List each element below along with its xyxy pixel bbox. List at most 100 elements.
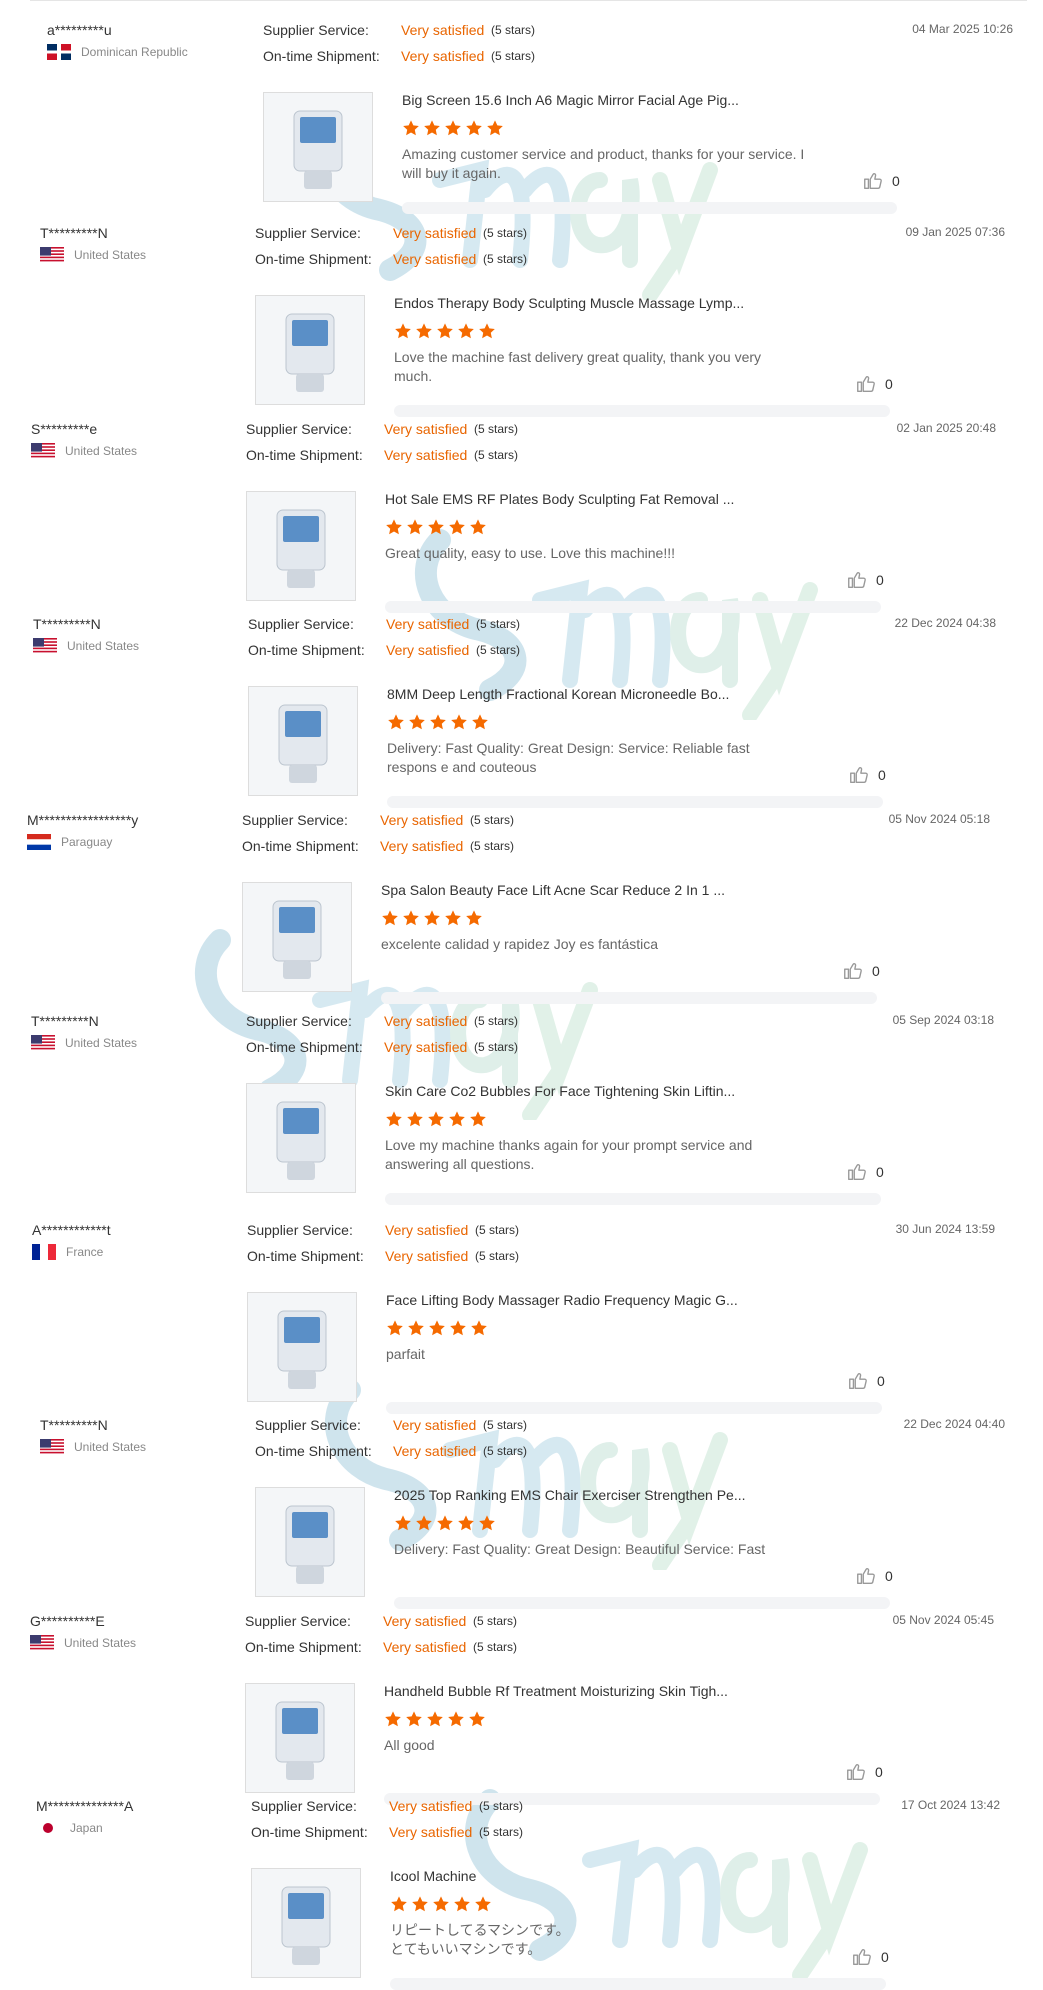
- review-comment: Amazing customer service and product, th…: [402, 146, 805, 181]
- review-item: S*********e United States Supplier Service…: [31, 421, 996, 613]
- supplier-service-stars: (5 stars): [483, 1418, 528, 1432]
- product-title-link[interactable]: Hot Sale EMS RF Plates Body Sculpting Fa…: [385, 491, 734, 507]
- ontime-shipment-label: On-time Shipment:: [248, 642, 365, 658]
- like-button[interactable]: 0: [846, 1161, 884, 1183]
- supplier-service-rating: Very satisfied: [389, 1798, 473, 1814]
- product-title-link[interactable]: Spa Salon Beauty Face Lift Acne Scar Red…: [381, 882, 725, 898]
- star-icon: [406, 518, 424, 536]
- star-icon: [457, 1514, 475, 1532]
- product-title-link[interactable]: Icool Machine: [390, 1868, 476, 1884]
- buyer-name: T*********N: [31, 1013, 99, 1029]
- review-star-rating: [385, 518, 487, 536]
- review-comment: リピートしてるマシンです。 とてもいいマシンです。: [390, 1922, 570, 1957]
- supplier-service-rating: Very satisfied: [384, 1013, 468, 1029]
- like-button[interactable]: 0: [855, 373, 893, 395]
- country-name: United States: [64, 1636, 137, 1650]
- supplier-service-label: Supplier Service:: [255, 1417, 361, 1433]
- product-title-link[interactable]: Skin Care Co2 Bubbles For Face Tightenin…: [385, 1083, 735, 1099]
- like-button[interactable]: 0: [851, 1946, 889, 1968]
- product-thumbnail[interactable]: [242, 882, 352, 992]
- ontime-shipment-label: On-time Shipment:: [245, 1639, 362, 1655]
- us-flag-icon: [31, 1035, 55, 1051]
- ontime-shipment-rating: Very satisfied: [401, 48, 485, 64]
- ontime-shipment-rating: Very satisfied: [383, 1639, 467, 1655]
- ontime-shipment-label: On-time Shipment:: [247, 1248, 364, 1264]
- like-count: 0: [875, 1764, 883, 1780]
- product-thumbnail[interactable]: [245, 1683, 355, 1793]
- product-thumbnail[interactable]: [251, 1868, 361, 1978]
- like-button[interactable]: 0: [847, 1370, 885, 1392]
- buyer-country: Japan: [36, 1820, 103, 1836]
- product-title-link[interactable]: 8MM Deep Length Fractional Korean Micron…: [387, 686, 729, 702]
- star-icon: [394, 322, 412, 340]
- product-title-link[interactable]: Endos Therapy Body Sculpting Muscle Mass…: [394, 295, 744, 311]
- review-divider: [402, 202, 897, 214]
- review-star-rating: [402, 119, 504, 137]
- supplier-service-stars: (5 stars): [491, 23, 536, 37]
- like-button[interactable]: 0: [842, 960, 880, 982]
- star-icon: [427, 518, 445, 536]
- like-button[interactable]: 0: [848, 764, 886, 786]
- like-count: 0: [872, 963, 880, 979]
- like-button[interactable]: 0: [846, 569, 884, 591]
- supplier-service-rating: Very satisfied: [385, 1222, 469, 1238]
- star-icon: [474, 1895, 492, 1913]
- star-icon: [450, 713, 468, 731]
- product-thumbnail[interactable]: [246, 491, 356, 601]
- star-icon: [436, 322, 454, 340]
- product-title-link[interactable]: Handheld Bubble Rf Treatment Moisturizin…: [384, 1683, 728, 1699]
- ontime-shipment-stars: (5 stars): [483, 252, 528, 266]
- paraguay-flag-icon: [27, 834, 51, 850]
- ontime-shipment-label: On-time Shipment:: [255, 251, 372, 267]
- japan-flag-icon: [36, 1820, 60, 1836]
- like-button[interactable]: 0: [862, 170, 900, 192]
- star-icon: [381, 909, 399, 927]
- product-thumbnail[interactable]: [263, 92, 373, 202]
- ontime-shipment-label: On-time Shipment:: [251, 1824, 368, 1840]
- review-comment: parfait: [386, 1346, 425, 1362]
- us-flag-icon: [30, 1635, 54, 1651]
- thumbs-up-icon: [842, 960, 864, 982]
- ontime-shipment-label: On-time Shipment:: [263, 48, 380, 64]
- product-thumbnail[interactable]: [246, 1083, 356, 1193]
- supplier-service-label: Supplier Service:: [263, 22, 369, 38]
- like-count: 0: [885, 1568, 893, 1584]
- star-icon: [415, 322, 433, 340]
- like-count: 0: [876, 572, 884, 588]
- us-flag-icon: [31, 443, 55, 459]
- ontime-shipment-rating: Very satisfied: [393, 251, 477, 267]
- product-thumbnail[interactable]: [247, 1292, 357, 1402]
- product-thumbnail[interactable]: [255, 1487, 365, 1597]
- like-button[interactable]: 0: [855, 1565, 893, 1587]
- buyer-name: M**************A: [36, 1798, 134, 1814]
- supplier-service-label: Supplier Service:: [251, 1798, 357, 1814]
- product-title-link[interactable]: Face Lifting Body Massager Radio Frequen…: [386, 1292, 738, 1308]
- product-title-link[interactable]: Big Screen 15.6 Inch A6 Magic Mirror Fac…: [402, 92, 739, 108]
- star-icon: [465, 909, 483, 927]
- thumbs-up-icon: [847, 1370, 869, 1392]
- product-title-link[interactable]: 2025 Top Ranking EMS Chair Exerciser Str…: [394, 1487, 745, 1503]
- supplier-service-stars: (5 stars): [476, 617, 521, 631]
- like-count: 0: [881, 1949, 889, 1965]
- star-icon: [444, 909, 462, 927]
- supplier-service-label: Supplier Service:: [246, 421, 352, 437]
- buyer-country: United States: [33, 638, 139, 654]
- review-date: 02 Jan 2025 20:48: [896, 421, 996, 435]
- like-button[interactable]: 0: [845, 1761, 883, 1783]
- review-comment: excelente calidad y rapidez Joy es fantá…: [381, 936, 659, 952]
- star-icon: [447, 1710, 465, 1728]
- ontime-shipment-row: On-time Shipment: Very satisfied (5 stars): [255, 1443, 527, 1459]
- ontime-shipment-label: On-time Shipment:: [246, 447, 363, 463]
- star-icon: [385, 1110, 403, 1128]
- supplier-service-stars: (5 stars): [483, 226, 528, 240]
- country-name: France: [66, 1245, 104, 1259]
- product-thumbnail[interactable]: [255, 295, 365, 405]
- product-thumbnail[interactable]: [248, 686, 358, 796]
- supplier-service-rating: Very satisfied: [393, 225, 477, 241]
- star-icon: [457, 322, 475, 340]
- review-star-rating: [394, 322, 496, 340]
- star-icon: [394, 1514, 412, 1532]
- star-icon: [436, 1514, 454, 1532]
- star-icon: [411, 1895, 429, 1913]
- country-name: United States: [74, 1440, 147, 1454]
